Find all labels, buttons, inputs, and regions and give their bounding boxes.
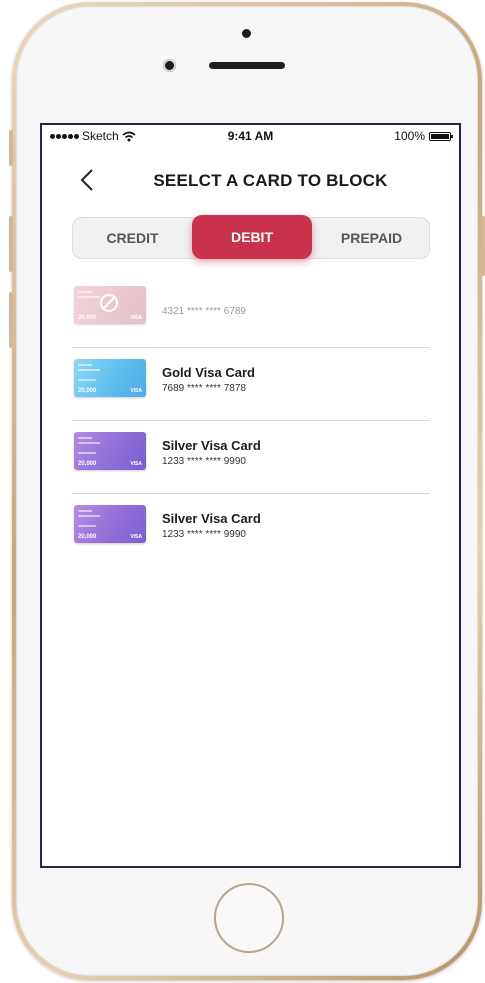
- tab-debit[interactable]: DEBIT: [192, 215, 312, 259]
- navigation-bar: SEELCT A CARD TO BLOCK: [42, 163, 459, 199]
- card-list: 20,000 VISA 4321 **** **** 6789 20,000 V…: [72, 275, 430, 566]
- battery-icon: [429, 131, 453, 141]
- front-sensor: [242, 29, 251, 38]
- card-thumbnail: 20,000 VISA: [74, 505, 146, 543]
- block-icon: [100, 294, 118, 312]
- earpiece-speaker: [209, 62, 285, 69]
- card-row-gold[interactable]: 20,000 VISA Gold Visa Card 7689 **** ***…: [72, 348, 430, 421]
- card-name: Gold Visa Card: [162, 365, 255, 380]
- power-button: [481, 216, 485, 276]
- card-thumbnail: 20,000 VISA: [74, 432, 146, 470]
- card-thumbnail: 20,000 VISA: [74, 286, 146, 324]
- front-camera: [163, 59, 176, 72]
- home-button[interactable]: [214, 883, 284, 953]
- card-name: Silver Visa Card: [162, 511, 261, 526]
- card-row-silver-1[interactable]: 20,000 VISA Silver Visa Card 1233 **** *…: [72, 421, 430, 494]
- card-row-silver-2[interactable]: 20,000 VISA Silver Visa Card 1233 **** *…: [72, 494, 430, 566]
- page-title: SEELCT A CARD TO BLOCK: [153, 171, 388, 190]
- card-thumbnail: 20,000 VISA: [74, 359, 146, 397]
- volume-up-button: [9, 216, 13, 272]
- tab-prepaid[interactable]: PREPAID: [312, 218, 431, 258]
- card-number: 4321 **** **** 6789: [162, 306, 246, 317]
- thumb-amount: 20,000: [78, 461, 97, 467]
- thumb-brand: VISA: [130, 388, 142, 394]
- card-row-blocked[interactable]: 20,000 VISA 4321 **** **** 6789: [72, 275, 430, 348]
- mute-switch: [9, 130, 13, 166]
- card-number: 1233 **** **** 9990: [162, 529, 246, 540]
- thumb-amount: 20,000: [78, 388, 97, 394]
- tab-credit[interactable]: CREDIT: [73, 218, 192, 258]
- card-number: 7689 **** **** 7878: [162, 383, 246, 394]
- screen: Sketch 9:41 AM 100% SEELCT A CARD TO BLO…: [40, 123, 461, 868]
- chevron-left-icon[interactable]: [76, 167, 100, 193]
- status-bar: Sketch 9:41 AM 100%: [42, 125, 459, 147]
- battery-percent: 100%: [394, 129, 425, 143]
- thumb-brand: VISA: [130, 534, 142, 540]
- status-right: 100%: [394, 129, 453, 143]
- volume-down-button: [9, 292, 13, 348]
- thumb-amount: 20,000: [78, 534, 97, 540]
- thumb-brand: VISA: [130, 461, 142, 467]
- card-name: Silver Visa Card: [162, 438, 261, 453]
- card-type-segmented-control: CREDIT DEBIT PREPAID: [72, 215, 431, 259]
- card-number: 1233 **** **** 9990: [162, 456, 246, 467]
